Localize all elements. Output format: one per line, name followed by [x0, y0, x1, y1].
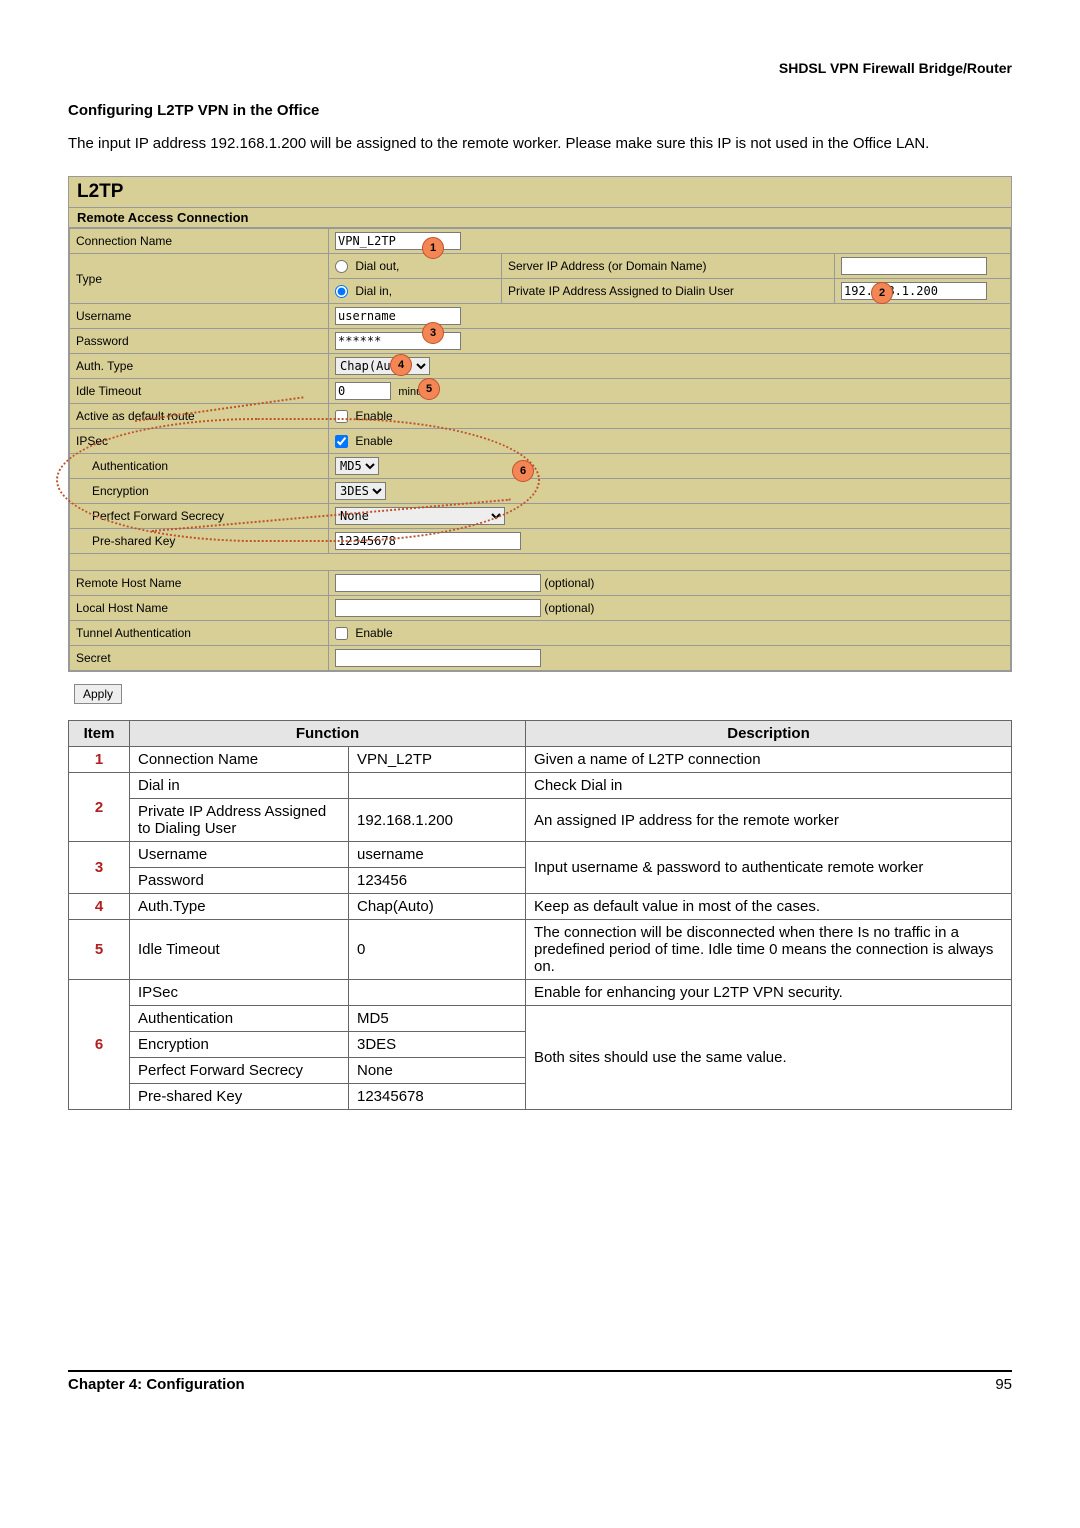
label-enable-1: Enable	[355, 409, 392, 423]
label-server-ip: Server IP Address (or Domain Name)	[502, 254, 835, 279]
label-local-host: Local Host Name	[70, 596, 329, 621]
table-row: Private IP Address Assigned to Dialing U…	[69, 799, 1012, 842]
idle-timeout-input[interactable]	[335, 382, 391, 400]
apply-button[interactable]: Apply	[74, 684, 122, 704]
callout-6: 6	[512, 460, 534, 482]
section-subtitle: Configuring L2TP VPN in the Office	[68, 102, 1012, 119]
label-optional-1: (optional)	[544, 576, 594, 590]
authentication-select[interactable]: MD5	[335, 457, 379, 475]
username-input[interactable]	[335, 307, 461, 325]
th-item: Item	[69, 721, 130, 747]
l2tp-panel: L2TP Remote Access Connection Connection…	[68, 176, 1012, 672]
label-pfs: Perfect Forward Secrecy	[70, 504, 329, 529]
table-row: 2 Dial in Check Dial in	[69, 773, 1012, 799]
label-optional-2: (optional)	[544, 601, 594, 615]
label-default-route: Active as default route	[70, 404, 329, 429]
table-row: Authentication MD5 Both sites should use…	[69, 1006, 1012, 1032]
label-dialin: Dial in,	[355, 284, 392, 298]
callout-5: 5	[418, 378, 440, 400]
label-dialout: Dial out,	[355, 259, 399, 273]
footer-left: Chapter 4: Configuration	[68, 1376, 245, 1393]
th-function: Function	[130, 721, 526, 747]
type-dialout-radio[interactable]	[335, 260, 348, 273]
default-route-checkbox[interactable]	[335, 410, 348, 423]
callout-1: 1	[422, 237, 444, 259]
table-row: 3 Username username Input username & pas…	[69, 842, 1012, 868]
table-row: 1 Connection Name VPN_L2TP Given a name …	[69, 747, 1012, 773]
doc-header: SHDSL VPN Firewall Bridge/Router	[68, 60, 1012, 76]
footer-page-number: 95	[995, 1376, 1012, 1393]
ipsec-checkbox[interactable]	[335, 435, 348, 448]
label-type: Type	[70, 254, 329, 304]
pfs-select[interactable]: None	[335, 507, 505, 525]
authtype-select[interactable]: Chap(Auto)	[335, 357, 430, 375]
label-ipsec: IPSec	[70, 429, 329, 454]
label-username: Username	[70, 304, 329, 329]
callout-4: 4	[390, 354, 412, 376]
description-table: Item Function Description 1 Connection N…	[68, 720, 1012, 1110]
label-idle-timeout: Idle Timeout	[70, 379, 329, 404]
label-preshared: Pre-shared Key	[70, 529, 329, 554]
label-secret: Secret	[70, 646, 329, 671]
label-enable-3: Enable	[355, 626, 392, 640]
label-password: Password	[70, 329, 329, 354]
remote-host-input[interactable]	[335, 574, 541, 592]
server-ip-input[interactable]	[841, 257, 987, 275]
label-encryption: Encryption	[70, 479, 329, 504]
callout-3: 3	[422, 322, 444, 344]
panel-section: Remote Access Connection	[69, 208, 1011, 228]
label-connection-name: Connection Name	[70, 229, 329, 254]
l2tp-form: Connection Name Type Dial out, Server IP…	[69, 228, 1011, 671]
encryption-select[interactable]: 3DES	[335, 482, 386, 500]
label-authtype: Auth. Type	[70, 354, 329, 379]
label-authentication: Authentication	[70, 454, 329, 479]
preshared-input[interactable]	[335, 532, 521, 550]
table-row: 5 Idle Timeout 0 The connection will be …	[69, 920, 1012, 980]
intro-paragraph: The input IP address 192.168.1.200 will …	[68, 133, 1012, 154]
secret-input[interactable]	[335, 649, 541, 667]
label-tunnel-auth: Tunnel Authentication	[70, 621, 329, 646]
callout-2: 2	[871, 282, 893, 304]
type-dialin-radio[interactable]	[335, 285, 348, 298]
label-remote-host: Remote Host Name	[70, 571, 329, 596]
table-row: 6 IPSec Enable for enhancing your L2TP V…	[69, 980, 1012, 1006]
tunnel-auth-checkbox[interactable]	[335, 627, 348, 640]
th-description: Description	[526, 721, 1012, 747]
label-private-ip: Private IP Address Assigned to Dialin Us…	[502, 279, 835, 304]
apply-row: Apply	[68, 678, 1012, 710]
local-host-input[interactable]	[335, 599, 541, 617]
panel-title: L2TP	[69, 177, 1011, 208]
table-row: 4 Auth.Type Chap(Auto) Keep as default v…	[69, 894, 1012, 920]
page-footer: Chapter 4: Configuration 95	[68, 1370, 1012, 1393]
private-ip-input[interactable]	[841, 282, 987, 300]
label-enable-2: Enable	[355, 434, 392, 448]
